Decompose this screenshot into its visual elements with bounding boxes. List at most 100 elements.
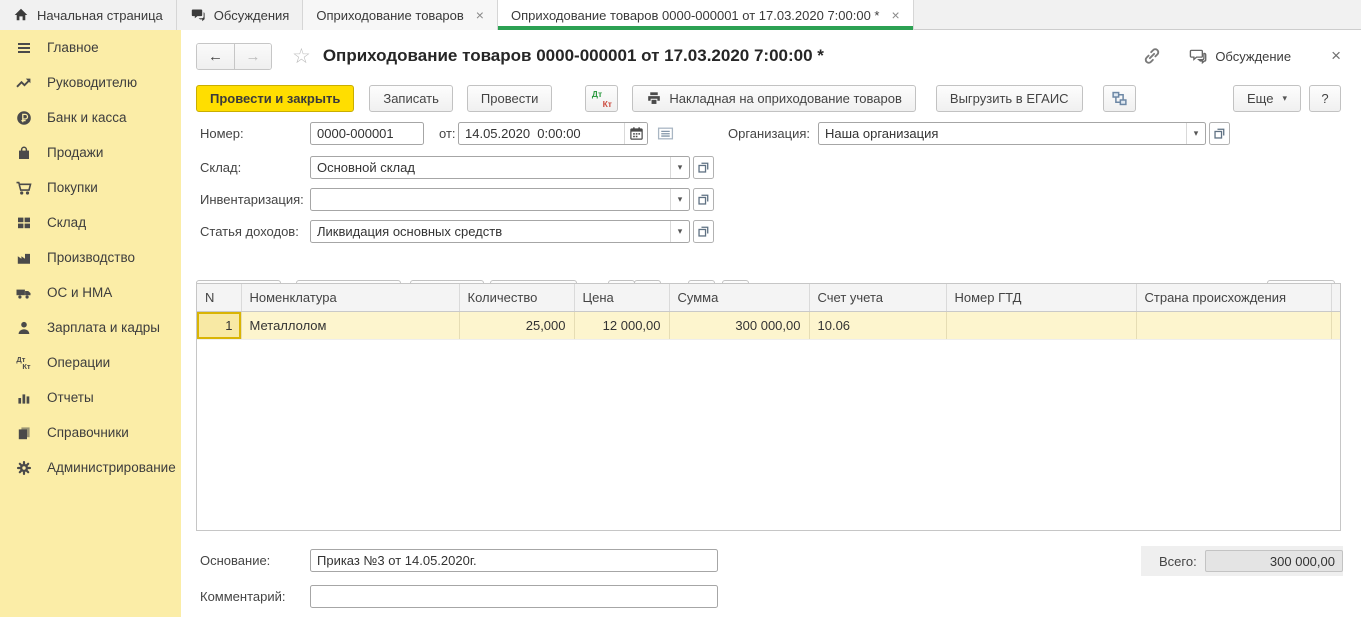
sidebar-item-directories[interactable]: Справочники xyxy=(0,415,181,450)
organization-label: Организация: xyxy=(728,125,810,142)
history-nav-group: ← → xyxy=(196,43,272,70)
sidebar-item-payroll[interactable]: Зарплата и кадры xyxy=(0,310,181,345)
cell-price[interactable]: 12 000,00 xyxy=(574,311,669,339)
sidebar-item-fixed-assets[interactable]: ОС и НМА xyxy=(0,275,181,310)
cell-amount[interactable]: 300 000,00 xyxy=(669,311,809,339)
help-button[interactable]: ? xyxy=(1309,85,1341,112)
page-title: Оприходование товаров 0000-000001 от 17.… xyxy=(323,46,824,66)
cell-gtd[interactable] xyxy=(946,311,1136,339)
discussion-label: Обсуждение xyxy=(1215,49,1291,64)
table-row[interactable]: 1 Металлолом 25,000 12 000,00 300 000,00… xyxy=(197,311,1340,339)
income-item-open-button[interactable] xyxy=(693,220,714,243)
trending-up-icon xyxy=(15,74,32,91)
tab-bar: Начальная страница Обсуждения Оприходова… xyxy=(0,0,1361,30)
discussion-button[interactable]: Обсуждение xyxy=(1188,47,1291,65)
sidebar-item-operations[interactable]: ДтКт Операции xyxy=(0,345,181,380)
tab-label: Оприходование товаров xyxy=(316,8,463,23)
col-header-gtd[interactable]: Номер ГТД xyxy=(946,284,1136,311)
ruble-coin-icon xyxy=(15,109,32,126)
tab-close-icon[interactable]: × xyxy=(476,7,484,23)
sidebar-item-manager[interactable]: Руководителю xyxy=(0,65,181,100)
tab-discussions[interactable]: Обсуждения xyxy=(177,0,304,30)
organization-input[interactable] xyxy=(819,123,1186,144)
sidebar-item-production[interactable]: Производство xyxy=(0,240,181,275)
sidebar-item-administration[interactable]: Администрирование xyxy=(0,450,181,485)
chevron-down-icon: ▾ xyxy=(1282,93,1287,104)
document-form: ← → ☆ Оприходование товаров 0000-000001 … xyxy=(181,30,1361,617)
print-invoice-button[interactable]: Накладная на оприходование товаров xyxy=(632,85,915,112)
organization-dropdown-icon[interactable]: ▾ xyxy=(1186,123,1205,144)
cell-nomenclature[interactable]: Металлолом xyxy=(241,311,459,339)
link-icon[interactable] xyxy=(1142,46,1162,66)
sidebar-item-reports[interactable]: Отчеты xyxy=(0,380,181,415)
date-input[interactable] xyxy=(459,123,624,144)
save-button[interactable]: Записать xyxy=(369,85,453,112)
cell-country[interactable] xyxy=(1136,311,1331,339)
total-panel: Всего: 300 000,00 xyxy=(1141,546,1343,576)
tabbar-filler xyxy=(914,0,1361,29)
tab-goods-receipt-list[interactable]: Оприходование товаров × xyxy=(303,0,498,30)
truck-icon xyxy=(15,284,32,301)
warehouse-open-button[interactable] xyxy=(693,156,714,179)
number-input[interactable] xyxy=(311,123,423,144)
dt-kt-postings-button[interactable]: ДтКт xyxy=(585,85,618,112)
basis-label: Основание: xyxy=(200,552,270,569)
related-documents-button[interactable] xyxy=(1103,85,1136,112)
inventory-open-button[interactable] xyxy=(693,188,714,211)
chat-icon xyxy=(190,7,206,23)
col-header-price[interactable]: Цена xyxy=(574,284,669,311)
dt-kt-icon: ДтКт xyxy=(592,89,612,108)
col-header-amount[interactable]: Сумма xyxy=(669,284,809,311)
inventory-label: Инвентаризация: xyxy=(200,191,304,208)
table-header-row: N Номенклатура Количество Цена Сумма Сче… xyxy=(197,284,1340,311)
col-header-quantity[interactable]: Количество xyxy=(459,284,574,311)
printer-icon xyxy=(646,91,662,106)
warehouse-input[interactable] xyxy=(311,157,670,178)
sidebar-item-purchases[interactable]: Покупки xyxy=(0,170,181,205)
tab-label: Обсуждения xyxy=(214,8,290,23)
col-header-n[interactable]: N xyxy=(197,284,241,311)
income-item-dropdown-icon[interactable]: ▾ xyxy=(670,221,689,242)
form-more-button[interactable]: Еще▾ xyxy=(1233,85,1301,112)
sidebar-item-sales[interactable]: Продажи xyxy=(0,135,181,170)
tab-home[interactable]: Начальная страница xyxy=(0,0,177,30)
inventory-input[interactable] xyxy=(311,189,670,210)
cell-account[interactable]: 10.06 xyxy=(809,311,946,339)
income-item-input[interactable] xyxy=(311,221,670,242)
dt-kt-icon: ДтКт xyxy=(15,354,32,371)
calendar-icon[interactable] xyxy=(624,123,647,144)
discussion-chat-icon xyxy=(1188,47,1207,65)
sidebar: Главное Руководителю Банк и касса Продаж… xyxy=(0,30,181,617)
cell-row-number[interactable]: 1 xyxy=(197,311,241,339)
menu-icon xyxy=(15,39,32,56)
back-button[interactable]: ← xyxy=(197,44,234,69)
comment-label: Комментарий: xyxy=(200,588,286,605)
close-form-icon[interactable]: × xyxy=(1331,46,1341,66)
inventory-dropdown-icon[interactable]: ▾ xyxy=(670,189,689,210)
shopping-bag-icon xyxy=(15,144,32,161)
organization-open-button[interactable] xyxy=(1209,122,1230,145)
post-and-close-button[interactable]: Провести и закрыть xyxy=(196,85,354,112)
home-icon xyxy=(13,7,29,23)
egais-export-button[interactable]: Выгрузить в ЕГАИС xyxy=(936,85,1083,112)
forward-button[interactable]: → xyxy=(234,44,271,69)
items-table: N Номенклатура Количество Цена Сумма Сче… xyxy=(196,283,1341,531)
shopping-cart-icon xyxy=(15,179,32,196)
col-header-country[interactable]: Страна происхождения xyxy=(1136,284,1331,311)
cell-quantity[interactable]: 25,000 xyxy=(459,311,574,339)
person-icon xyxy=(15,319,32,336)
tab-close-icon[interactable]: × xyxy=(892,7,900,23)
sidebar-item-warehouse[interactable]: Склад xyxy=(0,205,181,240)
col-header-account[interactable]: Счет учета xyxy=(809,284,946,311)
document-journal-icon[interactable] xyxy=(654,122,677,145)
comment-input[interactable] xyxy=(311,586,717,607)
basis-input[interactable] xyxy=(311,550,717,571)
favorite-star-icon[interactable]: ☆ xyxy=(292,46,311,67)
sidebar-item-main[interactable]: Главное xyxy=(0,30,181,65)
factory-icon xyxy=(15,249,32,266)
post-button[interactable]: Провести xyxy=(467,85,553,112)
col-header-nomenclature[interactable]: Номенклатура xyxy=(241,284,459,311)
tab-goods-receipt-document[interactable]: Оприходование товаров 0000-000001 от 17.… xyxy=(498,0,914,30)
warehouse-dropdown-icon[interactable]: ▾ xyxy=(670,157,689,178)
sidebar-item-bank-cash[interactable]: Банк и касса xyxy=(0,100,181,135)
